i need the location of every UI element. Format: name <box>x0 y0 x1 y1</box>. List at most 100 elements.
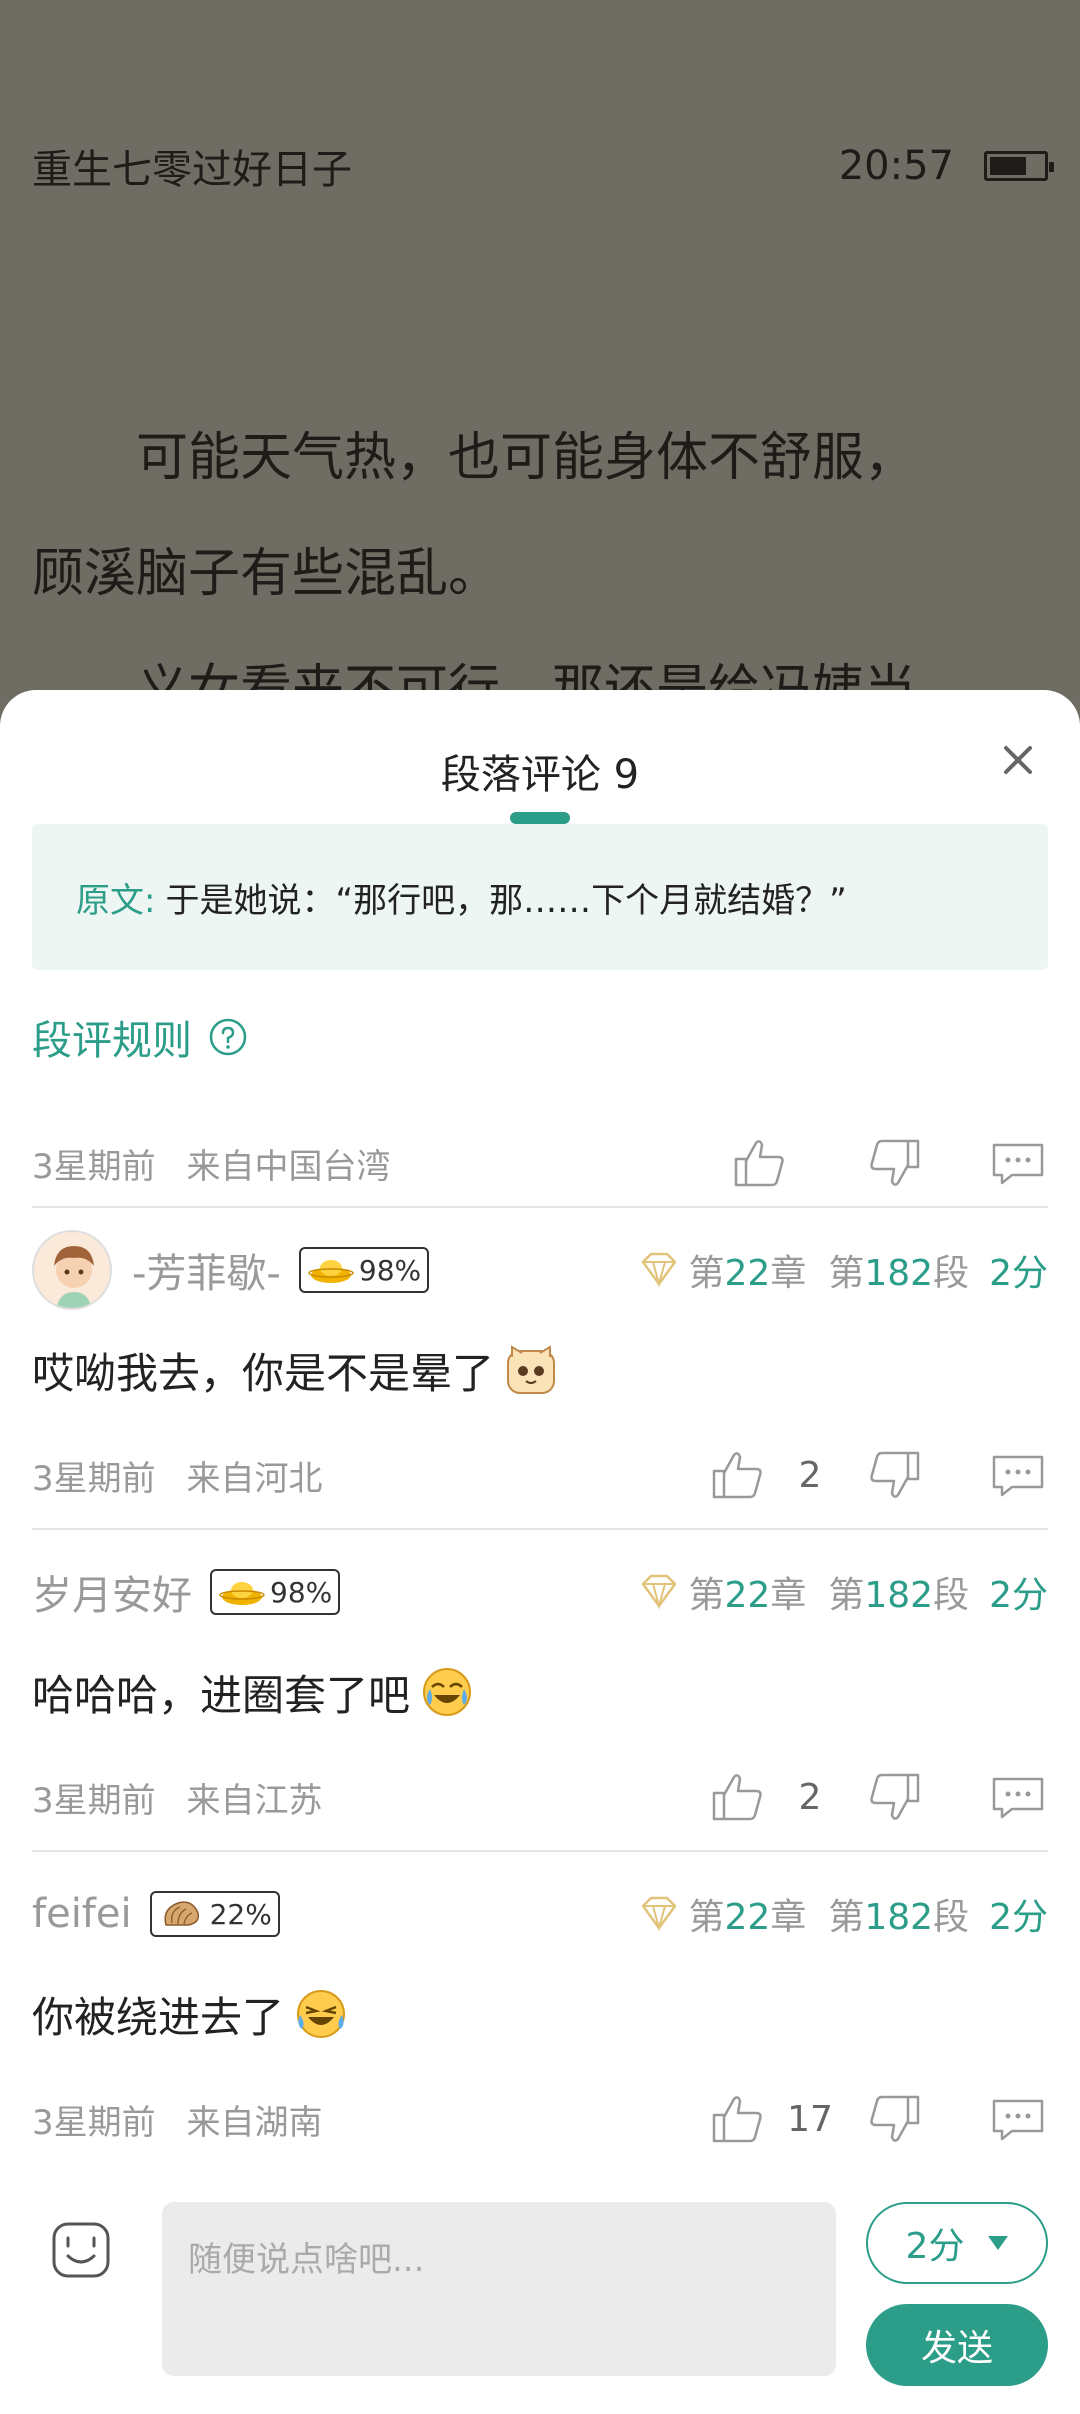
clock: 20:57 <box>838 143 954 189</box>
badge-value: 98% <box>270 1575 333 1609</box>
help-icon <box>209 1018 247 1056</box>
original-text-quote: 原文: 于是她说：“那行吧，那……下个月就结婚？” <box>32 824 1048 970</box>
thumbs-down-icon[interactable] <box>864 1133 924 1193</box>
comment-input[interactable] <box>162 2202 836 2376</box>
meta-location: 来自中国台湾 <box>186 1146 391 1187</box>
battery-icon <box>984 151 1054 181</box>
crying-laughing-emoji-icon <box>423 1668 472 1716</box>
tears-of-joy-emoji-icon <box>297 1990 346 2038</box>
reply-icon[interactable] <box>988 2089 1048 2149</box>
send-button[interactable]: 发送 <box>866 2304 1048 2386</box>
chapter-label[interactable]: 第22章 <box>689 1244 807 1296</box>
paragraph-label[interactable]: 第182段 <box>828 1566 969 1618</box>
quote-text: 于是她说：“那行吧，那……下个月就结婚？” <box>165 880 847 921</box>
score-label: 2分 <box>989 1575 1048 1616</box>
meta-text: 3星期前 来自湖南 <box>32 2095 322 2144</box>
close-button[interactable] <box>998 740 1038 780</box>
thumbs-down-icon[interactable] <box>864 1767 924 1827</box>
emoji-picker-icon[interactable] <box>50 2218 112 2280</box>
thumbs-down-icon[interactable] <box>864 1445 924 1505</box>
shell-badge-icon <box>164 1901 199 1926</box>
score-dropdown[interactable]: 2分 <box>866 2202 1048 2284</box>
like-count: 2 <box>798 1776 822 1818</box>
chevron-down-icon <box>988 2236 1009 2250</box>
gold-ingot-icon <box>308 1260 354 1283</box>
comment-time: 3星期前 <box>32 1780 156 1821</box>
reply-icon[interactable] <box>988 1133 1048 1193</box>
paragraph-comments-sheet: 段落评论 9 原文: 于是她说：“那行吧，那……下个月就结婚？” 段评规则 3星… <box>0 690 1080 2414</box>
close-icon <box>1004 746 1032 774</box>
paragraph-label[interactable]: 第182段 <box>828 1888 969 1940</box>
reply-icon[interactable] <box>988 1767 1048 1827</box>
comment-footer: 3星期前 来自江苏 2 <box>32 1742 1048 1852</box>
comment-actions: 2 <box>708 1445 1048 1505</box>
thumbs-up-icon[interactable] <box>708 1767 768 1827</box>
score-label: 2分 <box>989 1253 1048 1294</box>
reader-status-bar: 重生七零过好日子 20:57 <box>32 138 1054 194</box>
like-count: 17 <box>787 2098 833 2140</box>
gold-ingot-icon <box>219 1582 265 1605</box>
comment-text: 哎呦我去，你是不是晕了 <box>32 1348 495 1398</box>
diamond-icon <box>641 1896 676 1932</box>
rules-label: 段评规则 <box>32 1018 192 1064</box>
fan-level-badge: 98% <box>210 1569 341 1615</box>
quote-label: 原文: <box>76 880 156 921</box>
comment-header: 岁月安好 98% 第22章 第182段 2分 <box>32 1542 1048 1642</box>
meta-actions <box>730 1133 1048 1193</box>
comment-body: 哎呦我去，你是不是晕了 <box>32 1330 1048 1410</box>
reader-background: 重生七零过好日子 20:57 可能天气热，也可能身体不舒服， 顾溪脑子有些混乱。… <box>0 0 1080 760</box>
comment-time: 3星期前 <box>32 1458 156 1499</box>
sheet-header: 段落评论 9 <box>0 690 1080 824</box>
comment-header: -芳菲歇- 98% 第22章 第182段 2分 <box>32 1220 1048 1320</box>
comment-location: 来自河北 <box>186 1458 323 1499</box>
divider <box>32 1528 1048 1530</box>
comment-actions: 17 <box>708 2089 1048 2149</box>
chapter-label[interactable]: 第22章 <box>689 1888 807 1940</box>
comment-actions: 2 <box>708 1767 1048 1827</box>
meta-time: 3星期前 <box>32 1146 156 1187</box>
paragraph-meta-row: 3星期前 来自中国台湾 <box>32 1108 1048 1218</box>
tab-indicator <box>510 812 570 824</box>
badge-value: 98% <box>358 1253 422 1287</box>
diamond-icon <box>641 1252 676 1288</box>
comment-input-bar: 2分 发送 <box>0 2186 1080 2414</box>
comment-location: 来自江苏 <box>186 1780 323 1821</box>
comment-time: 3星期前 <box>32 2102 156 2143</box>
comment-body: 哈哈哈，进圈套了吧 <box>32 1652 1048 1732</box>
meta-text: 3星期前 来自江苏 <box>32 1773 322 1822</box>
like-count: 2 <box>798 1454 822 1496</box>
comment-item: 岁月安好 98% 第22章 第182段 2分 哈哈哈，进圈套了吧 3星期前 来自… <box>32 1542 1048 1862</box>
reply-icon[interactable] <box>988 1445 1048 1505</box>
comment-header: feifei 22% 第22章 第182段 2分 <box>32 1864 1048 1964</box>
comment-location: 来自湖南 <box>186 2102 323 2143</box>
username[interactable]: feifei <box>32 1891 132 1937</box>
meta-text: 3星期前 来自河北 <box>32 1451 322 1500</box>
score-label: 2分 <box>989 1897 1048 1938</box>
fan-level-badge: 98% <box>298 1247 430 1293</box>
thumbs-down-icon[interactable] <box>864 2089 924 2149</box>
paragraph-label[interactable]: 第182段 <box>828 1244 969 1296</box>
thumbs-up-icon[interactable] <box>708 1445 768 1505</box>
username[interactable]: 岁月安好 <box>32 1563 192 1621</box>
avatar[interactable] <box>32 1230 112 1310</box>
comment-text: 哈哈哈，进圈套了吧 <box>32 1670 411 1720</box>
comment-rules-link[interactable]: 段评规则 <box>32 1008 248 1066</box>
divider <box>32 1206 1048 1208</box>
comment-item: -芳菲歇- 98% 第22章 第182段 2分 哎呦我去，你是不是晕了 3星期前… <box>32 1220 1048 1540</box>
chapter-label[interactable]: 第22章 <box>689 1566 807 1618</box>
comment-body: 你被绕进去了 <box>32 1974 1048 2054</box>
divider <box>32 1850 1048 1852</box>
badge-value: 22% <box>209 1897 272 1931</box>
reader-paragraph: 顾溪脑子有些混乱。 <box>32 544 501 604</box>
diamond-icon <box>641 1574 676 1610</box>
cat-face-emoji-icon <box>507 1345 556 1394</box>
comment-footer: 3星期前 来自河北 2 <box>32 1420 1048 1530</box>
fan-level-badge: 22% <box>149 1891 280 1937</box>
score-value: 2分 <box>905 2226 965 2267</box>
thumbs-up-icon[interactable] <box>708 2089 768 2149</box>
book-title: 重生七零过好日子 <box>32 147 352 193</box>
comment-text: 你被绕进去了 <box>32 1992 285 2042</box>
username[interactable]: -芳菲歇- <box>132 1241 281 1299</box>
reader-paragraph: 可能天气热，也可能身体不舒服， <box>136 428 917 488</box>
thumbs-up-icon[interactable] <box>730 1133 790 1193</box>
